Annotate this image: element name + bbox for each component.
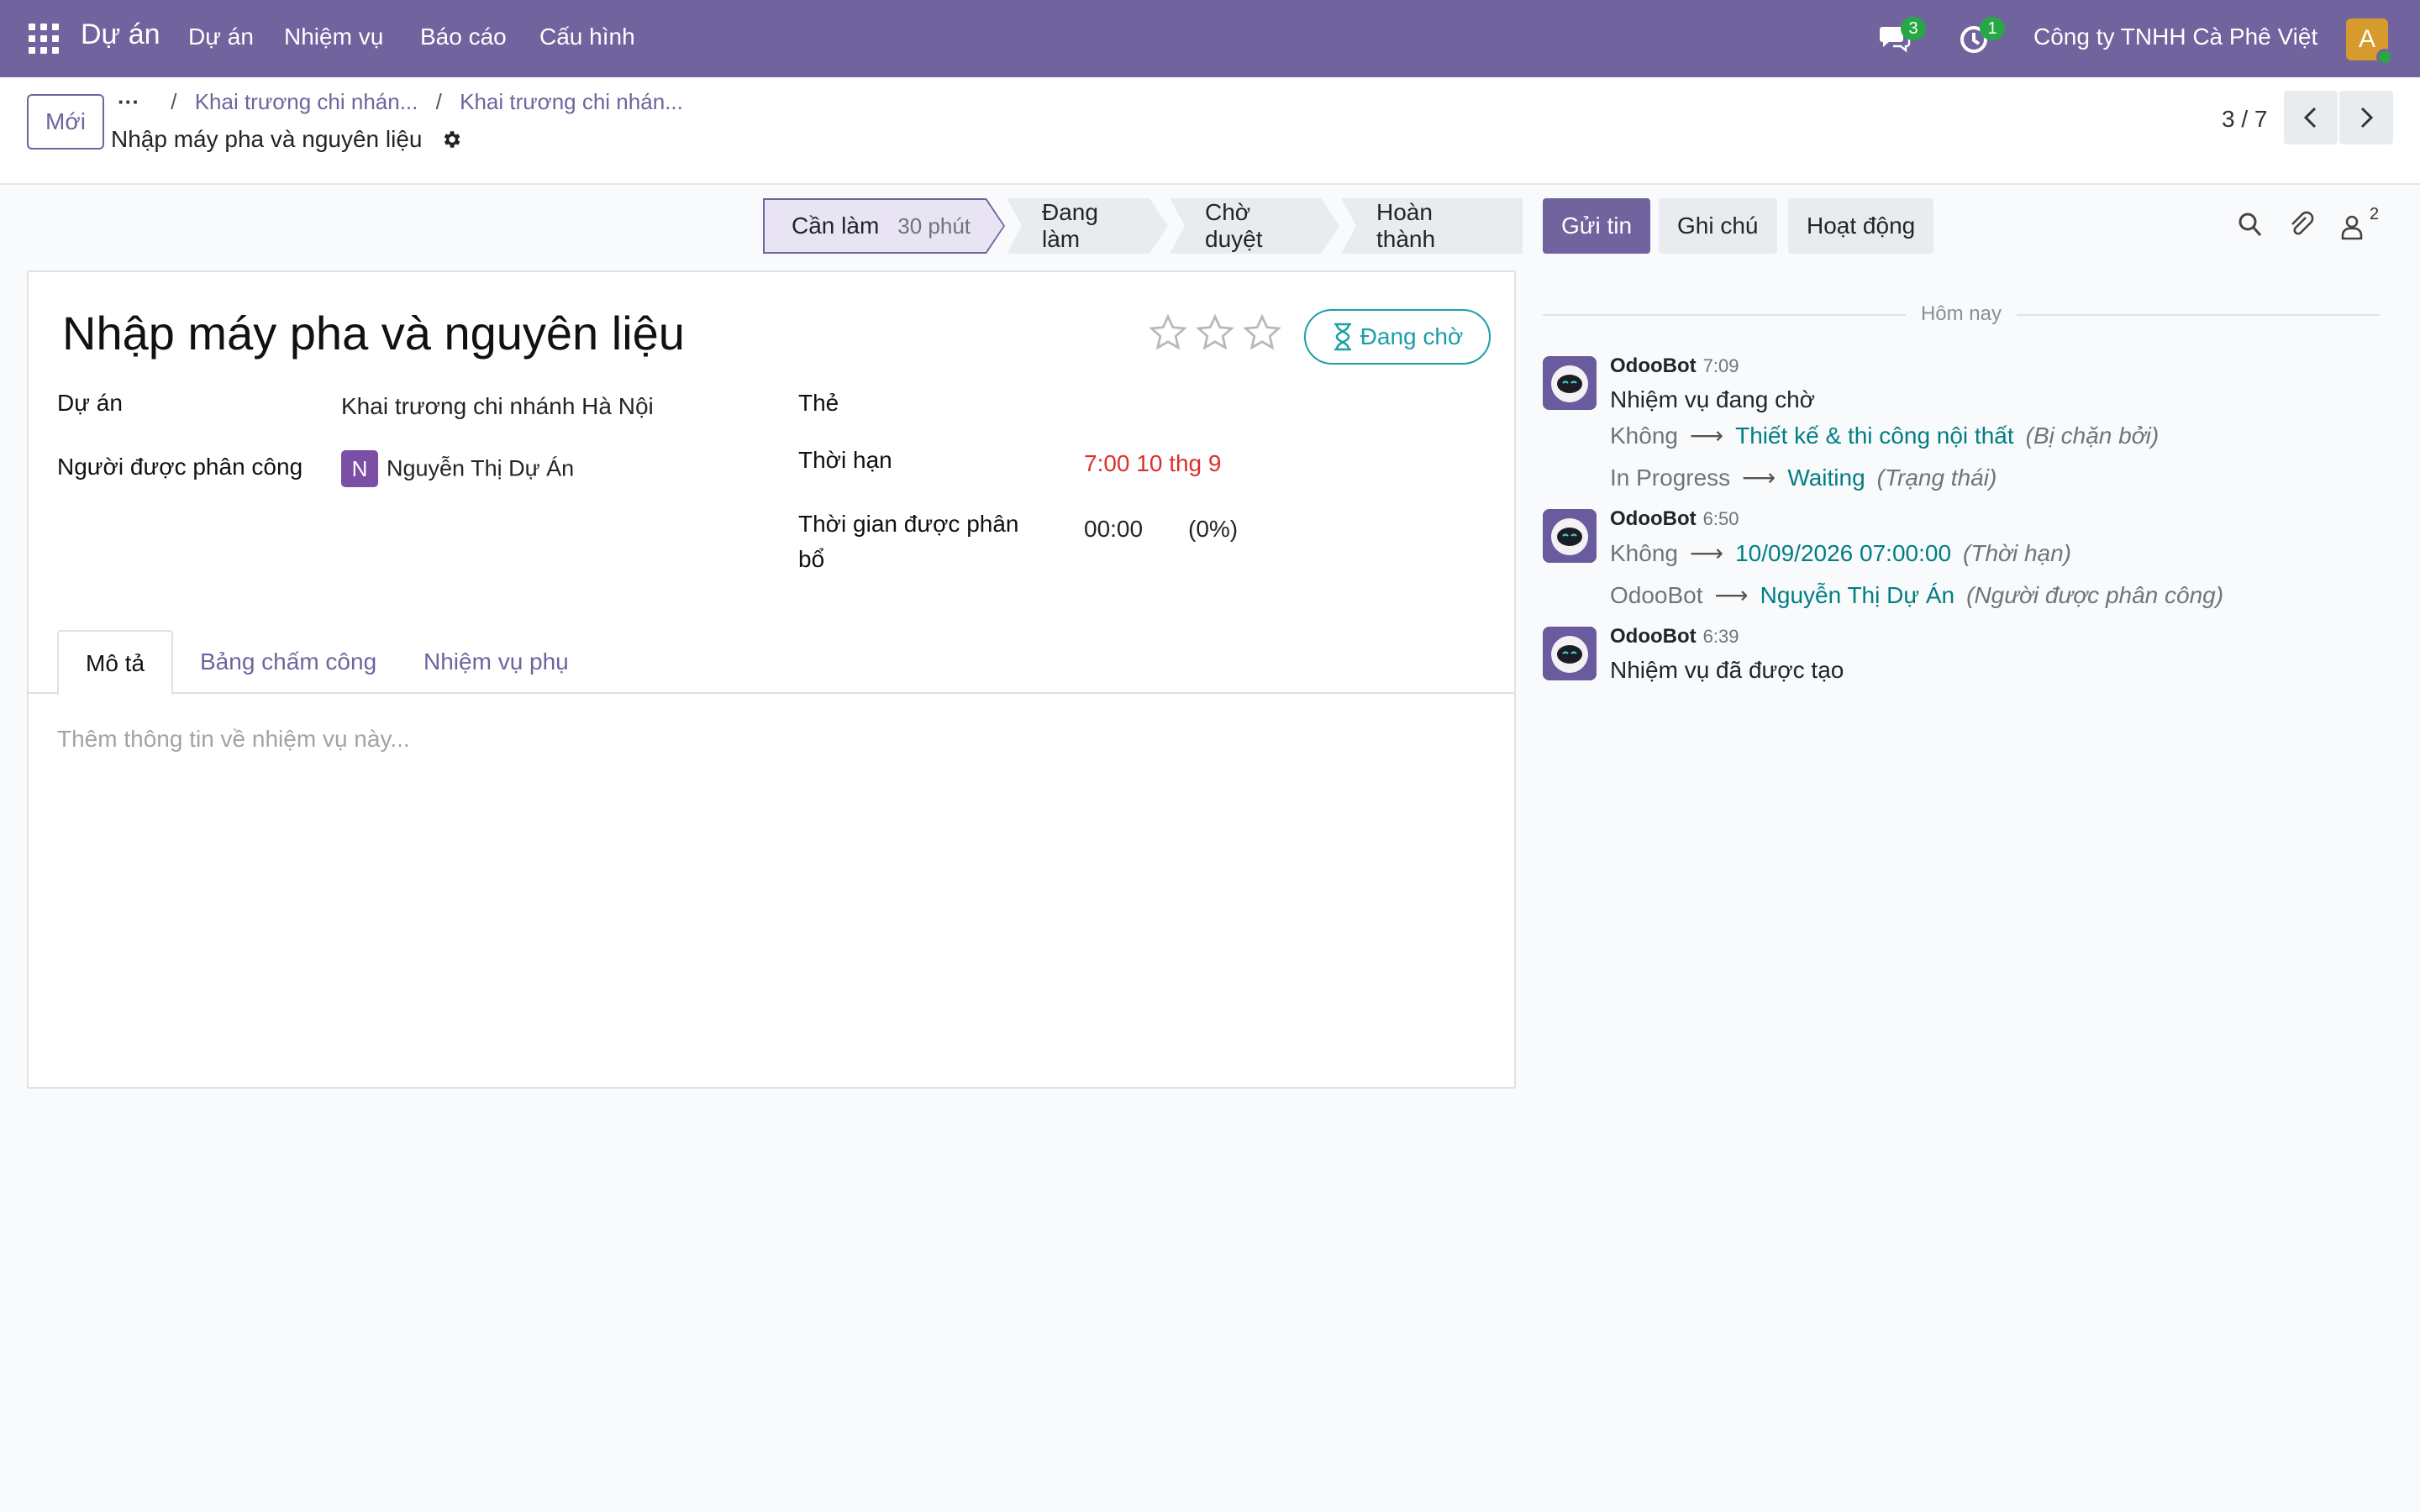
- star-icon[interactable]: [1148, 312, 1188, 353]
- message-time: 6:39: [1702, 626, 1739, 647]
- date-divider: Hôm nay: [1543, 302, 2380, 325]
- hourglass-icon: [1334, 323, 1351, 351]
- pager-next-button[interactable]: [2339, 91, 2393, 144]
- breadcrumb-item-project[interactable]: Khai trương chi nhán...: [195, 89, 418, 114]
- date-divider-label: Hôm nay: [1920, 302, 2002, 325]
- chevron-left-icon: [2303, 107, 2317, 129]
- messages-badge: 3: [1901, 17, 1926, 40]
- task-title-field[interactable]: Nhập máy pha và nguyên liệu: [62, 306, 685, 360]
- log-note-button[interactable]: Ghi chú: [1659, 198, 1777, 254]
- odoobot-icon: [1543, 509, 1597, 563]
- pager-value[interactable]: 3 / 7: [2222, 106, 2267, 133]
- activity-button[interactable]: Hoạt động: [1788, 198, 1934, 254]
- avatar[interactable]: [1543, 509, 1597, 563]
- tab-subtasks[interactable]: Nhiệm vụ phụ: [397, 630, 596, 696]
- tracking-change: OdooBot ⟶ Nguyễn Thị Dự Án (Người được phân…: [1610, 582, 2224, 608]
- breadcrumb-ellipsis[interactable]: ···: [118, 89, 139, 114]
- user-initial: A: [2358, 25, 2375, 53]
- menu-projects[interactable]: Dự án: [188, 24, 254, 50]
- breadcrumb: ··· / Khai trương chi nhán... / Khai trư…: [118, 89, 683, 115]
- project-field[interactable]: Khai trương chi nhánh Hà Nội: [341, 393, 654, 420]
- project-label: Dự án: [57, 390, 123, 416]
- stage-label: Chờ duyệt: [1205, 199, 1263, 252]
- company-switcher[interactable]: Công ty TNHH Cà Phê Việt: [2033, 24, 2317, 50]
- message-author: OdooBot 7:09: [1610, 354, 1739, 377]
- allocated-hours-field[interactable]: 00:00: [1084, 516, 1143, 543]
- activities-button[interactable]: 1: [1954, 0, 2005, 77]
- stage-todo[interactable]: Cần làm 30 phút: [763, 198, 1005, 254]
- message-time: 7:09: [1702, 355, 1739, 376]
- stage-duration: 30 phút: [897, 213, 971, 239]
- assignee-field[interactable]: N Nguyễn Thị Dự Án: [341, 450, 574, 487]
- tracking-change: In Progress ⟶ Waiting (Trạng thái): [1610, 465, 1997, 491]
- online-status-dot: [2376, 49, 2393, 66]
- assignee-label: Người được phân công: [57, 454, 303, 480]
- star-icon[interactable]: [1195, 312, 1235, 353]
- stage-label: Hoàn thành: [1376, 199, 1436, 252]
- menu-reporting[interactable]: Báo cáo: [420, 24, 507, 50]
- description-editor[interactable]: Thêm thông tin về nhiệm vụ này...: [57, 726, 410, 753]
- stage-done[interactable]: Hoàn thành: [1341, 198, 1523, 254]
- notebook-tabs: Mô tả Bảng chấm công Nhiệm vụ phụ: [29, 630, 1514, 696]
- breadcrumb-separator: /: [171, 89, 177, 114]
- message-author: OdooBot 6:39: [1610, 625, 1739, 648]
- menu-configuration[interactable]: Cấu hình: [539, 24, 635, 50]
- allocated-hours-label: Thời gian được phân: [798, 511, 1019, 537]
- form-sheet: Nhập máy pha và nguyên liệu Đang chờ Dự …: [27, 270, 1516, 1089]
- avatar[interactable]: [1543, 356, 1597, 410]
- control-panel: Mới ··· / Khai trương chi nhán... / Khai…: [0, 77, 2420, 185]
- tags-label: Thẻ: [798, 390, 839, 416]
- deadline-label: Thời hạn: [798, 447, 892, 473]
- allocated-hours-percent: (0%): [1188, 516, 1239, 542]
- followers-icon[interactable]: [2339, 213, 2365, 240]
- message-time: 6:50: [1702, 508, 1739, 529]
- followers-count: 2: [2370, 205, 2380, 223]
- waiting-label: Đang chờ: [1360, 323, 1464, 349]
- message-body: Nhiệm vụ đang chờ: [1610, 386, 1816, 412]
- user-avatar[interactable]: A: [2346, 18, 2393, 66]
- messages-button[interactable]: 3: [1876, 0, 1926, 77]
- allocated-hours-label-cont: bổ: [798, 546, 825, 572]
- star-icon[interactable]: [1242, 312, 1282, 353]
- stage-pending-approval[interactable]: Chờ duyệt: [1170, 198, 1339, 254]
- avatar[interactable]: [1543, 627, 1597, 680]
- waiting-state-button[interactable]: Đang chờ: [1304, 309, 1491, 365]
- avatar: N: [341, 450, 378, 487]
- priority-stars: [1148, 312, 1282, 353]
- apps-menu-icon[interactable]: [29, 24, 59, 54]
- pager-previous-button[interactable]: [2284, 91, 2338, 144]
- tracking-change: Không ⟶ 10/09/2026 07:00:00 (Thời hạn): [1610, 540, 2071, 566]
- stage-in-progress[interactable]: Đang làm: [1007, 198, 1168, 254]
- assignee-name: Nguyễn Thị Dự Án: [387, 455, 575, 481]
- top-navbar: Dự án Dự án Nhiệm vụ Báo cáo Cấu hình 3 …: [0, 0, 2420, 77]
- chevron-right-icon: [2360, 107, 2374, 129]
- app-brand[interactable]: Dự án: [81, 18, 160, 51]
- breadcrumb-separator: /: [435, 89, 442, 114]
- stage-label: Cần làm: [792, 213, 880, 239]
- activities-badge: 1: [1980, 17, 2005, 40]
- record-title-text: Nhập máy pha và nguyên liệu: [111, 126, 423, 152]
- message-body: Nhiệm vụ đã được tạo: [1610, 657, 1844, 683]
- stage-statusbar: Cần làm 30 phút Đang làm Chờ duyệt Hoàn …: [763, 198, 1524, 254]
- odoobot-icon: [1543, 627, 1597, 680]
- tracking-change: Không ⟶ Thiết kế & thi công nội thất (Bị ch…: [1610, 423, 2160, 449]
- record-title: Nhập máy pha và nguyên liệu: [111, 126, 462, 153]
- tab-description[interactable]: Mô tả: [57, 630, 174, 696]
- search-icon[interactable]: [2237, 210, 2264, 239]
- odoobot-icon: [1543, 356, 1597, 410]
- deadline-field[interactable]: 7:00 10 thg 9: [1084, 450, 1221, 477]
- breadcrumb-item-tasks[interactable]: Khai trương chi nhán...: [460, 89, 683, 114]
- menu-tasks[interactable]: Nhiệm vụ: [284, 24, 383, 50]
- tab-timesheets[interactable]: Bảng chấm công: [173, 630, 403, 696]
- stage-label: Đang làm: [1042, 199, 1098, 252]
- send-message-button[interactable]: Gửi tin: [1543, 198, 1651, 254]
- gear-icon[interactable]: [440, 129, 462, 150]
- new-button[interactable]: Mới: [27, 94, 104, 150]
- paperclip-icon[interactable]: [2287, 210, 2314, 239]
- message-author: OdooBot 6:50: [1610, 507, 1739, 530]
